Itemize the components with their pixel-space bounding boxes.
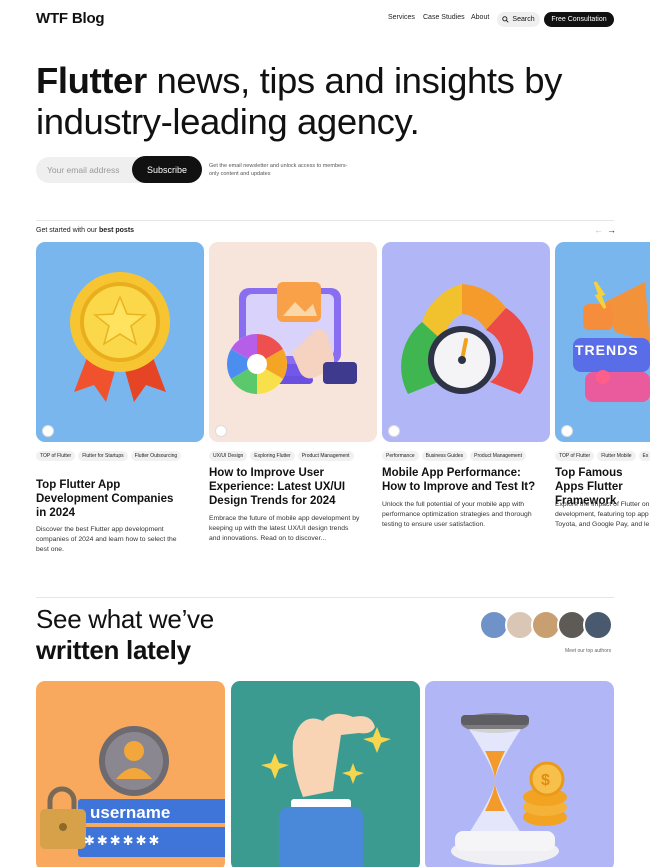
post-card-image[interactable] (209, 242, 377, 442)
password-dots: ✱✱✱✱✱✱ (84, 833, 162, 848)
section-title: See what we’ve written lately (36, 604, 214, 666)
username-field: username (90, 803, 171, 822)
svg-text:$: $ (541, 772, 550, 789)
latest-post-card[interactable] (231, 681, 420, 867)
post-tags: TOP of Flutter Flutter for Startups Flut… (36, 451, 204, 461)
tag[interactable]: UX/UI Design (209, 451, 248, 461)
subscribe-button[interactable]: Subscribe (132, 156, 202, 183)
author-avatar (42, 425, 54, 437)
newsletter-note: Get the email newsletter and unlock acce… (209, 163, 348, 177)
gauge-icon (401, 284, 534, 394)
section-divider (36, 220, 614, 221)
title-bold: Flutter (36, 60, 147, 101)
tag[interactable]: Flutter Mobile (597, 451, 636, 461)
search-icon (502, 16, 510, 23)
monitor-icon (226, 282, 357, 394)
carousel-arrows: ←→ (594, 225, 620, 235)
post-card-image[interactable]: TRENDS (555, 242, 650, 442)
tag[interactable]: Exploring Flutter (250, 451, 295, 461)
post-description: Explore the impact of Flutter on develop… (555, 501, 650, 528)
tag[interactable]: Flutter Outsourcing (130, 451, 182, 461)
page-title: Flutter news, tips and insights by indus… (36, 60, 596, 142)
post-title[interactable]: How to Improve User Experience: Latest U… (209, 466, 369, 508)
tag[interactable]: Product Management (297, 451, 354, 461)
best-posts-heading: Get started with our best posts (36, 227, 134, 234)
search-button[interactable]: Search (497, 12, 540, 27)
search-label: Search (512, 16, 535, 23)
author-avatar[interactable] (583, 610, 613, 640)
post-card-image[interactable] (382, 242, 550, 442)
latest-post-card[interactable]: $ (425, 681, 614, 867)
post-description: Unlock the full potential of your mobile… (382, 501, 532, 528)
section-title-line1: See what we’ve (36, 604, 214, 634)
post-tags: Performance Business Guides Product Mana… (382, 451, 550, 461)
post-description: Discover the best Flutter app developmen… (36, 526, 177, 553)
best-lead: Get started with our (36, 227, 100, 234)
tag[interactable]: Flutter for Startups (78, 451, 128, 461)
best-bold: best posts (99, 227, 135, 234)
hourglass-icon: $ (451, 713, 567, 865)
arrow-right-icon[interactable]: → (607, 225, 620, 235)
nav-about[interactable]: About (471, 14, 489, 21)
authors-caption: Meet our top authors (565, 648, 612, 654)
author-avatars (479, 610, 613, 640)
author-avatar (561, 425, 573, 437)
trends-text: TRENDS (575, 342, 639, 358)
tag[interactable]: TOP of Flutter (555, 451, 595, 461)
site-logo[interactable]: WTF Blog (36, 10, 105, 27)
medal-icon (70, 272, 170, 402)
tag[interactable]: Business Guides (421, 451, 468, 461)
post-title[interactable]: Top Flutter App Development Companies in… (36, 478, 186, 520)
tag[interactable]: Performance (382, 451, 419, 461)
latest-post-card[interactable]: username ✱✱✱✱✱✱ (36, 681, 225, 867)
tag[interactable]: Product Management (470, 451, 526, 461)
post-description: Embrace the future of mobile app develop… (209, 515, 360, 542)
section-divider (36, 597, 614, 598)
free-consultation-button[interactable]: Free Consultation (544, 12, 614, 27)
nav-case-studies[interactable]: Case Studies (423, 14, 465, 21)
tag[interactable]: Ex (638, 451, 650, 461)
nav-services[interactable]: Services (388, 14, 415, 21)
section-title-line2: written lately (36, 635, 191, 665)
author-avatar (388, 425, 400, 437)
post-title[interactable]: Mobile App Performance: How to Improve a… (382, 466, 542, 494)
tag[interactable]: TOP of Flutter (36, 451, 76, 461)
author-avatar (215, 425, 227, 437)
arrow-left-icon[interactable]: ← (594, 225, 607, 235)
post-tags: TOP of Flutter Flutter Mobile Ex (555, 451, 650, 461)
post-tags: UX/UI Design Exploring Flutter Product M… (209, 451, 377, 461)
post-card-image[interactable] (36, 242, 204, 442)
hand-icon (261, 713, 391, 867)
